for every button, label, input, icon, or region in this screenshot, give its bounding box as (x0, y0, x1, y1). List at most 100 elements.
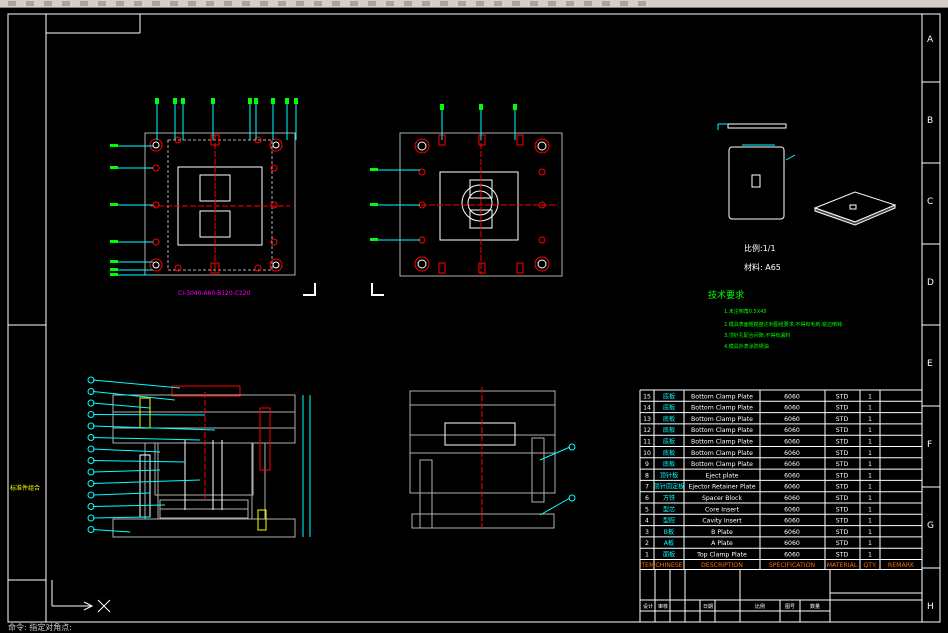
bom-cell: 1 (868, 506, 872, 513)
toolbar-button[interactable] (368, 1, 376, 6)
bom-cell: STD (836, 427, 849, 434)
bom-header: QTY. (863, 562, 876, 569)
bom-cell: 面板 (663, 551, 675, 559)
cad-drawing-canvas[interactable]: ABCDEFGH CI-3040-A60-B120-C120 比例:1/1 材料… (0, 7, 948, 624)
bom-cell: 方铁 (663, 494, 675, 502)
bom-header: REMARK (888, 562, 915, 569)
frame-letter: G (927, 521, 934, 531)
bom-cell: 1 (868, 393, 872, 400)
tech-requirements: 技术要求 1.未注倒角0.5X45 2.模具表面粗糙度达到图纸要求,不得有毛刺,… (708, 289, 842, 350)
bom-cell: Bottom Clamp Plate (691, 450, 753, 457)
toolbar-button[interactable] (314, 1, 322, 6)
toolbar-button[interactable] (206, 1, 214, 6)
command-line[interactable]: 命令: 指定对角点: (0, 623, 948, 632)
toolbar-button[interactable] (26, 1, 34, 6)
toolbar-button[interactable] (458, 1, 466, 6)
toolbar-button[interactable] (116, 1, 124, 6)
toolbar-button[interactable] (584, 1, 592, 6)
part-material-label: 材料: A65 (744, 262, 781, 272)
toolbar-button[interactable] (512, 1, 520, 6)
bom-cell: STD (836, 484, 849, 491)
bom-cell: STD (836, 506, 849, 513)
bom-cell: 3 (645, 529, 649, 536)
bom-cell: 1 (868, 540, 872, 547)
ucs-icon (51, 580, 111, 613)
toolbar-button[interactable] (296, 1, 304, 6)
command-line-text: 命令: 指定对角点: (8, 623, 72, 632)
toolbar-button[interactable] (548, 1, 556, 6)
toolbar-button[interactable] (188, 1, 196, 6)
bom-cell: STD (836, 461, 849, 468)
toolbar-button[interactable] (386, 1, 394, 6)
toolbar-button[interactable] (242, 1, 250, 6)
bom-cell: 11 (643, 439, 651, 446)
bom-cell: 7 (645, 484, 649, 491)
side-label: 标准件组合 (10, 484, 40, 492)
toolbar-button[interactable] (476, 1, 484, 6)
bom-cell: B板 (664, 528, 674, 536)
frame-zone-ticks (922, 81, 940, 569)
toolbar-button[interactable] (278, 1, 286, 6)
toolbar-button[interactable] (98, 1, 106, 6)
toolbar-button[interactable] (8, 1, 16, 6)
title-block-label: 比例 (755, 603, 765, 610)
toolbar-button[interactable] (638, 1, 646, 6)
frame-letter: A (927, 35, 934, 45)
bom-cell: Bottom Clamp Plate (691, 405, 753, 412)
bom-cell: 6060 (784, 461, 800, 468)
toolbar-button[interactable] (440, 1, 448, 6)
part-scale-label: 比例:1/1 (744, 243, 776, 253)
title-block: 设计 审核 日期 比例 图号 数量 (640, 569, 922, 623)
toolbar-button[interactable] (332, 1, 340, 6)
bom-cell: STD (836, 540, 849, 547)
toolbar-button[interactable] (224, 1, 232, 6)
bom-cell: Cavity Insert (702, 518, 742, 525)
toolbar-button[interactable] (152, 1, 160, 6)
bom-cell: 9 (645, 461, 649, 468)
bom-cell: 6060 (784, 495, 800, 502)
title-block-label: 图号 (785, 604, 795, 610)
bom-cell: 4 (645, 518, 649, 525)
bom-cell: 顶针板 (660, 471, 679, 479)
title-block-label: 日期 (703, 604, 713, 610)
toolbar-button[interactable] (530, 1, 538, 6)
bom-cell: Top Clamp Plate (696, 552, 747, 559)
toolbar-button[interactable] (422, 1, 430, 6)
toolbar-button[interactable] (566, 1, 574, 6)
frame-letter: F (927, 440, 932, 450)
tech-req-item-4: 4.模具外表涂防锈油 (724, 343, 769, 350)
title-block-label: 数量 (810, 603, 820, 610)
toolbar-button[interactable] (80, 1, 88, 6)
toolbar-button[interactable] (260, 1, 268, 6)
section-view-main (87, 376, 311, 538)
toolbar-button[interactable] (494, 1, 502, 6)
toolbar-button[interactable] (134, 1, 142, 6)
bom-cell: 10 (643, 450, 651, 457)
bom-cell: 1 (868, 416, 872, 423)
frame-letter: E (927, 359, 933, 369)
bom-cell: 底板 (663, 449, 675, 457)
toolbar-button[interactable] (350, 1, 358, 6)
toolbar-button[interactable] (62, 1, 70, 6)
toolbar-button[interactable] (44, 1, 52, 6)
bom-cell: 6060 (784, 393, 800, 400)
toolbar-button[interactable] (602, 1, 610, 6)
bom-cell: STD (836, 393, 849, 400)
bom-cell: STD (836, 495, 849, 502)
title-block-label: 设计 (643, 603, 653, 610)
toolbar-button[interactable] (404, 1, 412, 6)
bom-cell: 底板 (663, 415, 675, 423)
bom-cell: 13 (643, 416, 651, 423)
bom-cell: Core Insert (705, 506, 740, 513)
toolbar-button[interactable] (620, 1, 628, 6)
bom-cell: Spacer Block (702, 495, 743, 502)
bom-cell: Bottom Clamp Plate (691, 439, 753, 446)
bom-cell: 6060 (784, 540, 800, 547)
bom-cell: STD (836, 472, 849, 479)
bom-header: MATERIAL (827, 562, 858, 569)
bom-cell: 底板 (663, 392, 675, 400)
bom-header: ITEM (640, 562, 655, 569)
bom-cell: A Plate (711, 540, 733, 547)
bom-cell: 底板 (663, 438, 675, 446)
toolbar-button[interactable] (170, 1, 178, 6)
